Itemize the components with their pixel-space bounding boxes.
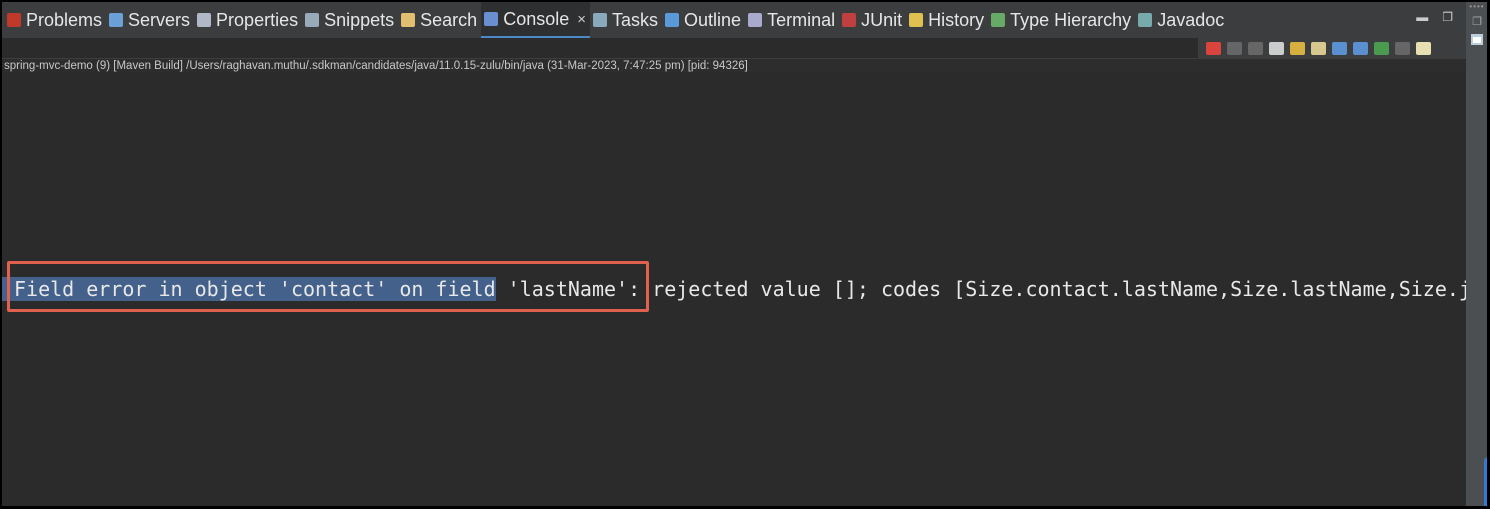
tab-javadoc[interactable]: Javadoc <box>1135 2 1228 38</box>
tab-terminal[interactable]: Terminal <box>745 2 839 38</box>
restore-icon[interactable]: ❐ <box>1442 10 1453 24</box>
snippets-icon <box>305 13 320 27</box>
show-on-stdout-icon[interactable] <box>1332 41 1347 55</box>
show-on-stderr-icon[interactable] <box>1353 41 1368 55</box>
terminal-icon <box>748 13 763 27</box>
javadoc-icon <box>1138 13 1153 27</box>
remove-all-terminated-icon[interactable] <box>1248 41 1263 55</box>
tasks-icon <box>593 13 608 27</box>
tab-servers[interactable]: Servers <box>106 2 194 38</box>
view-icon[interactable] <box>1471 34 1483 45</box>
tab-type-hierarchy[interactable]: Type Hierarchy <box>988 2 1135 38</box>
open-console-icon[interactable] <box>1416 41 1431 55</box>
tab-label: Tasks <box>612 9 659 30</box>
minimize-icon[interactable]: ▬ <box>1416 10 1428 24</box>
clear-console-icon[interactable] <box>1269 41 1284 55</box>
tab-label: Servers <box>128 9 191 30</box>
type-hierarchy-icon <box>991 13 1006 27</box>
display-console-icon[interactable] <box>1395 41 1410 55</box>
tab-label: Properties <box>216 9 299 30</box>
console-toolbar <box>1198 38 1466 58</box>
console-icon <box>484 12 499 26</box>
tab-label: Type Hierarchy <box>1010 9 1132 30</box>
pin-console-icon[interactable] <box>1374 41 1389 55</box>
tab-label: Problems <box>26 9 103 30</box>
tab-console[interactable]: Console × <box>481 2 591 38</box>
scrollbar[interactable] <box>1484 457 1487 506</box>
close-icon[interactable]: × <box>577 11 586 28</box>
side-trim: •••• ❐ <box>1466 2 1487 506</box>
process-info: spring-mvc-demo (9) [Maven Build] /Users… <box>2 58 1466 72</box>
tab-problems[interactable]: Problems <box>4 2 106 38</box>
remove-launch-icon[interactable] <box>1227 41 1242 55</box>
word-wrap-icon[interactable] <box>1311 41 1326 55</box>
console-output[interactable]: Field error in object 'contact' on field… <box>2 73 1471 506</box>
search-icon <box>401 13 416 27</box>
tab-label: Search <box>420 9 478 30</box>
scroll-lock-icon[interactable] <box>1290 41 1305 55</box>
tab-snippets[interactable]: Snippets <box>302 2 398 38</box>
tab-junit[interactable]: JUnit <box>839 2 906 38</box>
tab-search[interactable]: Search <box>398 2 481 38</box>
toolbar-spacer <box>2 38 1198 58</box>
view-tab-bar: Problems Servers Properties Snippets Search C… <box>2 2 1466 38</box>
servers-icon <box>109 13 124 27</box>
window-controls: ▬ ❐ <box>1416 10 1453 24</box>
tab-label: Javadoc <box>1157 9 1225 30</box>
tab-tasks[interactable]: Tasks <box>590 2 662 38</box>
tab-properties[interactable]: Properties <box>194 2 302 38</box>
tab-label: Console <box>503 8 570 29</box>
outline-icon <box>665 13 680 27</box>
history-icon <box>909 13 924 27</box>
console-view: Problems Servers Properties Snippets Search C… <box>1 1 1488 507</box>
tab-label: History <box>928 9 985 30</box>
highlight-box <box>7 261 649 312</box>
tab-label: JUnit <box>861 9 903 30</box>
tab-label: Snippets <box>324 9 395 30</box>
tab-label: Outline <box>684 9 742 30</box>
terminate-icon[interactable] <box>1206 41 1221 55</box>
tab-label: Terminal <box>767 9 836 30</box>
tab-outline[interactable]: Outline <box>662 2 745 38</box>
junit-icon <box>842 13 857 27</box>
problems-icon <box>7 13 21 27</box>
restore-icon[interactable]: ❐ <box>1466 15 1487 28</box>
properties-icon <box>197 13 212 27</box>
drag-handle[interactable]: •••• <box>1466 2 1487 11</box>
tab-history[interactable]: History <box>906 2 988 38</box>
